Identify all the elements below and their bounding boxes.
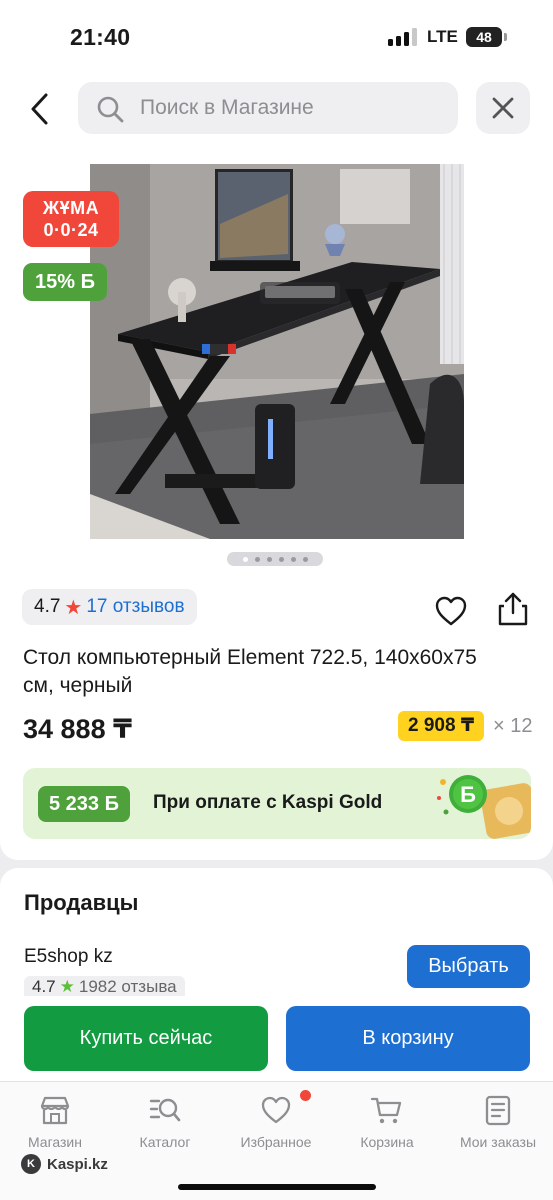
pagination-dot (242, 556, 248, 562)
tab-cart[interactable]: Корзина (332, 1082, 442, 1162)
rating-reviews-link[interactable]: 4.7 ★ 17 отзывов (22, 589, 197, 625)
tab-catalog[interactable]: Каталог (110, 1082, 220, 1162)
header (0, 76, 553, 148)
product-price: 34 888 ₸ (23, 714, 132, 744)
tab-store[interactable]: Магазин (0, 1082, 110, 1162)
bonus-coin-icon: Б (437, 775, 531, 839)
close-icon (492, 97, 514, 119)
home-indicator[interactable] (178, 1184, 376, 1190)
product-card: ЖҰМА 0·0·24 15% Б 4.7 ★ 17 отзывов Стол … (0, 148, 553, 860)
seller-reviews-count: 1982 отзыва (78, 977, 177, 996)
svg-text:Б: Б (460, 782, 476, 807)
kaspi-gold-bonus-banner[interactable]: 5 233 Б При оплате с Kaspi Gold Б (23, 768, 531, 839)
search-input[interactable] (140, 90, 440, 126)
catalog-icon (149, 1098, 181, 1122)
chevron-left-icon (31, 93, 48, 125)
tab-favorites[interactable]: Избранное (221, 1082, 331, 1162)
battery-icon: 48 (466, 27, 507, 47)
purchase-action-bar: Купить сейчас В корзину (0, 996, 553, 1081)
bottom-tab-bar: Магазин Каталог Избранное Корзина Мои за… (0, 1081, 553, 1200)
pagination-dot (302, 556, 308, 562)
reviews-count: 17 отзывов (86, 596, 185, 617)
choose-seller-button[interactable]: Выбрать (407, 945, 530, 988)
rating-value: 4.7 (34, 596, 61, 617)
pagination-dot (254, 556, 260, 562)
installment-price: 2 908 ₸ (398, 711, 485, 741)
seller-rating: 4.7 ★ 1982 отзыва (24, 976, 185, 998)
cart-icon (370, 1097, 402, 1124)
star-icon: ★ (59, 977, 75, 996)
store-icon (40, 1096, 70, 1125)
installment-months: × 12 (493, 715, 533, 737)
pagination-dot (278, 556, 284, 562)
bonus-amount: 5 233 Б (38, 786, 130, 822)
day-badge-title: ЖҰМА (42, 198, 100, 218)
sellers-title: Продавцы (24, 890, 139, 915)
tab-orders[interactable]: Мои заказы (443, 1082, 553, 1162)
buy-now-button[interactable]: Купить сейчас (24, 1006, 268, 1071)
seller-rating-value: 4.7 (32, 977, 56, 996)
search-box[interactable] (78, 82, 458, 134)
orders-icon (485, 1095, 511, 1126)
watermark-text: Kaspi.kz (47, 1155, 108, 1173)
status-bar: 21:40 LTE 48 (0, 0, 553, 76)
favorite-button[interactable] (434, 595, 468, 627)
pagination-dot (266, 556, 272, 562)
share-button[interactable] (496, 591, 530, 627)
heart-icon (435, 596, 467, 626)
kaspi-logo-icon: K (21, 1154, 41, 1174)
seller-name[interactable]: E5shop kz (24, 946, 113, 968)
tab-label: Избранное (240, 1134, 312, 1150)
tab-label: Каталог (139, 1134, 191, 1150)
star-icon: ★ (64, 596, 83, 619)
tab-label: Магазин (27, 1134, 82, 1150)
tab-label: Корзина (360, 1134, 414, 1150)
discount-badge: 15% Б (23, 263, 107, 301)
network-type: LTE (427, 27, 458, 46)
add-to-cart-button[interactable]: В корзину (286, 1006, 530, 1071)
day-badge: ЖҰМА 0·0·24 (23, 191, 119, 247)
close-button[interactable] (476, 82, 530, 134)
signal-icon (388, 28, 420, 46)
notification-dot (300, 1090, 311, 1101)
gallery-pagination[interactable] (227, 552, 323, 566)
kaspi-watermark: K Kaspi.kz (21, 1154, 108, 1174)
back-button[interactable] (24, 90, 58, 128)
tab-label: Мои заказы (459, 1134, 537, 1150)
pagination-dot (290, 556, 296, 562)
status-time: 21:40 (70, 24, 131, 50)
desk-photo (90, 164, 464, 539)
share-icon (498, 592, 528, 626)
product-title: Стол компьютерный Element 722.5, 140x60x… (23, 646, 477, 697)
heart-icon (261, 1096, 291, 1124)
day-badge-code: 0·0·24 (43, 220, 99, 240)
search-icon (97, 96, 124, 123)
bonus-text: При оплате с Kaspi Gold (153, 792, 383, 813)
product-image[interactable] (90, 164, 464, 539)
